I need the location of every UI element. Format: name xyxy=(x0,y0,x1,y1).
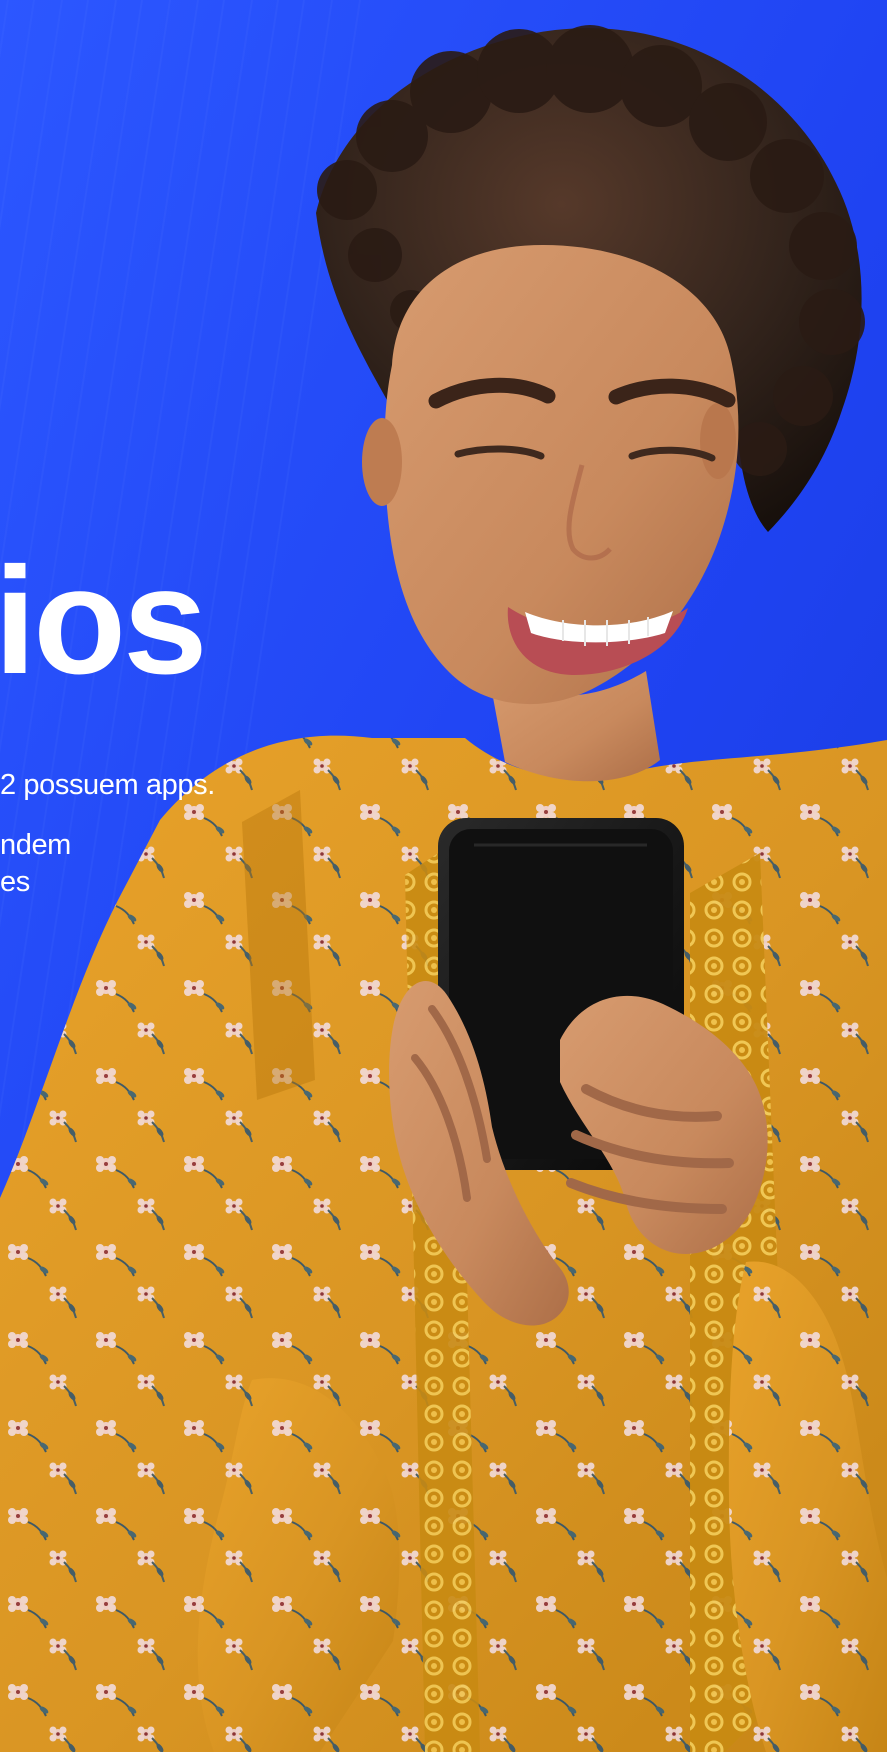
hero-banner: ios 2 possuem apps. ndem es xyxy=(0,0,887,1752)
hero-copy-line-2: ndem xyxy=(0,829,71,862)
hero-title: ios xyxy=(0,536,208,706)
hero-copy-line-3: es xyxy=(0,866,30,899)
hero-copy-line-1: 2 possuem apps. xyxy=(0,769,215,801)
hero-copy: 2 possuem apps. ndem es xyxy=(0,768,215,900)
